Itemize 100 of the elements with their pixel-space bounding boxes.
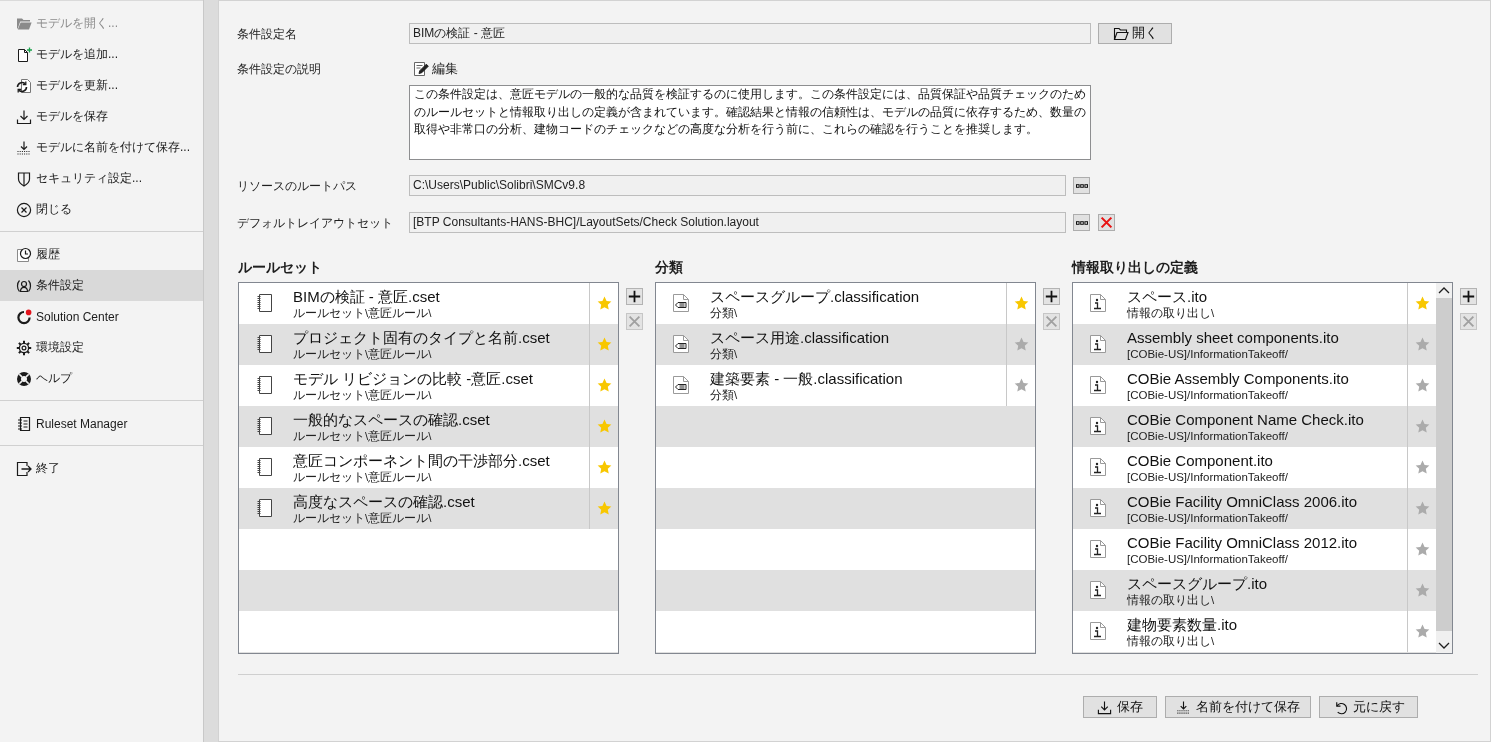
path-field[interactable]: C:\Users\Public\Solibri\SMCv9.8: [409, 175, 1066, 196]
delete-icon: [1100, 216, 1113, 229]
item-name: スペースグループ.ito: [1127, 575, 1267, 593]
pane-splitter[interactable]: [203, 0, 218, 742]
description-field[interactable]: この条件設定は、意匠モデルの一般的な品質を検証するのに使用します。この条件設定には、品質保証や品質チェックのためのルールセットと情報取り出しの定義が含まれています。確認結果と情報の信頼性は、モデルの品質に依存するため、数量の取得や非常口の分析、建物コードのチェックなどの高度な分析を行う前に、これらの確認を行うことを推奨します。: [409, 85, 1091, 160]
item-path: ルールセット\意匠ルール\: [293, 347, 432, 361]
star-icon[interactable]: [1414, 624, 1430, 639]
star-icon[interactable]: [1414, 296, 1430, 311]
sidebar-item[interactable]: Ruleset Manager: [0, 408, 203, 439]
tag-document-icon: [672, 293, 690, 313]
sidebar-item[interactable]: モデルを保存: [0, 101, 203, 132]
star-icon[interactable]: [1013, 296, 1029, 311]
sidebar-item[interactable]: 終了: [0, 453, 203, 484]
list-heading: 情報取り出しの定義: [1072, 258, 1199, 276]
star-icon[interactable]: [596, 296, 612, 311]
item-path: ルールセット\意匠ルール\: [293, 306, 432, 320]
list-heading: 分類: [655, 258, 684, 276]
save-button[interactable]: 保存: [1083, 696, 1157, 718]
browse-button[interactable]: [1073, 177, 1090, 194]
star-icon[interactable]: [1013, 337, 1029, 352]
info-document-icon: [1089, 580, 1107, 600]
star-icon[interactable]: [1414, 419, 1430, 434]
item-name: 高度なスペースの確認.cset: [293, 493, 475, 511]
ellipsis-icon: [1075, 183, 1088, 188]
settings-icon: [16, 339, 32, 356]
download-icon: [16, 108, 32, 125]
browse-button[interactable]: [1073, 214, 1090, 231]
item-path: ルールセット\意匠ルール\: [293, 511, 432, 525]
sidebar-item[interactable]: モデルに名前を付けて保存...: [0, 132, 203, 163]
info-document-icon: [1089, 621, 1107, 641]
ruleset-list[interactable]: BIMの検証 - 意匠.cset ルールセット\意匠ルール\ プロジェクト固有のタイプと名前.cset ルールセット\意匠ルール\ モデル リビジョンの比較 -意匠.cset ルールセット\意匠ルール\ 一般的なスペースの確認.cset ルールセット\意匠ルール\ 意匠コンポーネント間の干渉部分.cset ルールセット\意匠ルール\ 高度なスペースの確認.cset ルールセット\意匠ルール\: [238, 282, 619, 654]
field-label: 条件設定名: [237, 25, 298, 42]
item-name: モデル リビジョンの比較 -意匠.cset: [293, 370, 533, 388]
star-icon[interactable]: [596, 419, 612, 434]
item-path: 分類\: [710, 306, 738, 320]
star-icon[interactable]: [1414, 583, 1430, 598]
item-path: [COBie-US]/InformationTakeoff/: [1127, 511, 1288, 525]
save-as-button[interactable]: 名前を付けて保存: [1165, 696, 1311, 718]
sidebar-item[interactable]: モデルを更新...: [0, 70, 203, 101]
field-label: 条件設定の説明: [237, 61, 322, 77]
clear-button[interactable]: [1098, 214, 1115, 231]
info-document-icon: [1089, 416, 1107, 436]
classification-list[interactable]: スペースグループ.classification 分類\ スペース用途.classification 分類\ 建築要素 - 一般.classification 分類\: [655, 282, 1036, 654]
tag-document-icon: [672, 375, 690, 395]
item-path: [COBie-US]/InformationTakeoff/: [1127, 388, 1288, 402]
sidebar-item[interactable]: 閉じる: [0, 194, 203, 225]
item-name: スペースグループ.classification: [710, 288, 920, 306]
star-icon[interactable]: [1414, 542, 1430, 557]
field-label: リソースのルートパス: [237, 177, 358, 194]
add-button[interactable]: [626, 288, 643, 305]
cross-icon: [628, 315, 641, 328]
clock-icon: [16, 246, 32, 263]
info-document-icon: [1089, 539, 1107, 559]
path-field[interactable]: [BTP Consultants-HANS-BHC]/LayoutSets/Check Solution.layout: [409, 212, 1066, 233]
star-icon[interactable]: [596, 378, 612, 393]
cross-icon: [1462, 315, 1475, 328]
ledger-icon: [16, 415, 32, 432]
info-document-icon: [1089, 334, 1107, 354]
item-path: 分類\: [710, 347, 738, 361]
sidebar-item[interactable]: 履歴: [0, 239, 203, 270]
star-icon[interactable]: [1414, 337, 1430, 352]
name-field[interactable]: BIMの検証 - 意匠: [409, 23, 1091, 44]
item-path: [COBie-US]/InformationTakeoff/: [1127, 347, 1288, 361]
item-name: スペース用途.classification: [710, 329, 890, 347]
download-icon: [16, 139, 32, 156]
download-icon: [1176, 699, 1191, 715]
star-icon[interactable]: [596, 501, 612, 516]
sidebar-item[interactable]: 条件設定: [0, 270, 203, 301]
sidebar-item[interactable]: Solution Center: [0, 301, 203, 332]
notebook-icon: [255, 457, 273, 477]
revert-button[interactable]: 元に戻す: [1319, 696, 1418, 718]
plus-icon: [628, 290, 641, 303]
star-icon[interactable]: [1414, 501, 1430, 516]
info-document-icon: [1089, 375, 1107, 395]
sidebar-item[interactable]: ヘルプ: [0, 363, 203, 394]
star-icon[interactable]: [1414, 378, 1430, 393]
sidebar-item[interactable]: 環境設定: [0, 332, 203, 363]
star-icon[interactable]: [596, 337, 612, 352]
folder-icon: [1112, 25, 1129, 42]
item-path: 情報の取り出し\: [1127, 634, 1215, 648]
file-plus-icon: [16, 46, 32, 63]
item-path: 情報の取り出し\: [1127, 593, 1215, 607]
edit-button[interactable]: 編集: [413, 61, 458, 77]
item-name: 意匠コンポーネント間の干渉部分.cset: [293, 452, 550, 470]
add-button[interactable]: [1043, 288, 1060, 305]
item-path: [COBie-US]/InformationTakeoff/: [1127, 552, 1288, 566]
star-icon[interactable]: [1013, 378, 1029, 393]
item-name: プロジェクト固有のタイプと名前.cset: [293, 329, 550, 347]
notebook-icon: [255, 375, 273, 395]
open-button[interactable]: 開く: [1098, 23, 1172, 44]
star-icon[interactable]: [596, 460, 612, 475]
sidebar-item[interactable]: モデルを追加...: [0, 39, 203, 70]
info-document-icon: [1089, 293, 1107, 313]
exit-icon: [16, 460, 32, 477]
item-path: ルールセット\意匠ルール\: [293, 388, 432, 402]
star-icon[interactable]: [1414, 460, 1430, 475]
takeoff-list[interactable]: [1072, 282, 1453, 654]
sidebar-item[interactable]: セキュリティ設定...: [0, 163, 203, 194]
item-path: ルールセット\意匠ルール\: [293, 429, 432, 443]
add-button[interactable]: [1460, 288, 1477, 305]
